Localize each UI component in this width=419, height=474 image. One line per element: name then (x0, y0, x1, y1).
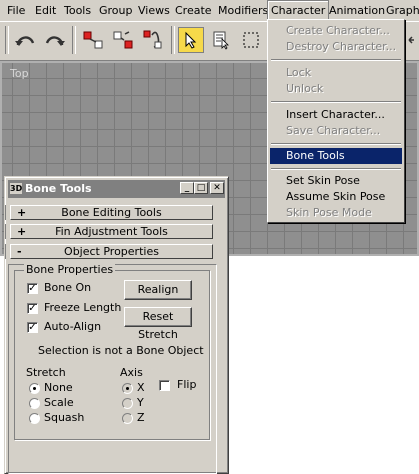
stretch-label: Stretch (26, 366, 66, 379)
unlink-selection-icon[interactable] (110, 27, 136, 53)
axis-label: Axis (120, 366, 143, 379)
bind-to-space-warp-icon[interactable] (140, 27, 166, 53)
viewport-label[interactable]: Top (10, 67, 29, 80)
menu-item-skin-pose-mode: Skin Pose Mode (286, 206, 372, 219)
window-title-bar[interactable]: 3D Bone Tools _ □ ✕ (8, 180, 225, 198)
reset-stretch-button[interactable]: Reset Stretch (124, 307, 192, 341)
redo-icon[interactable] (42, 27, 68, 53)
menu-item-assume-skin-pose[interactable]: Assume Skin Pose (270, 189, 402, 205)
rollout-edge (5, 205, 9, 220)
menu-character[interactable]: Character (267, 0, 330, 21)
menu-animation[interactable]: Animation (326, 0, 388, 21)
menu-item-create-character: Create Character... (286, 24, 390, 37)
move-icon[interactable] (408, 27, 419, 53)
menu-item-save-character: Save Character... (286, 124, 381, 137)
maximize-icon[interactable]: □ (194, 182, 208, 194)
app-icon: 3D (10, 183, 23, 194)
rollout-edge (5, 244, 9, 259)
rollout-bone-editing-tools[interactable]: + Bone Editing Tools (10, 205, 213, 220)
freeze-length-checkbox[interactable]: ✓ (27, 303, 38, 314)
axis-z-radio[interactable] (122, 413, 133, 424)
flip-label: Flip (177, 378, 197, 391)
menu-group[interactable]: Group (96, 0, 136, 21)
rollout-edge (5, 224, 9, 239)
menu-edit[interactable]: Edit (32, 0, 59, 21)
menu-create[interactable]: Create (172, 0, 215, 21)
menu-graph-editors[interactable]: Graph E (383, 0, 419, 21)
rollout-object-properties[interactable]: - Object Properties (10, 244, 213, 259)
rollout-title: Object Properties (64, 245, 159, 258)
menu-item-bone-tools[interactable]: Bone Tools (270, 148, 402, 164)
select-and-link-icon[interactable] (80, 27, 106, 53)
group-legend: Bone Properties (24, 263, 116, 276)
stretch-none-label: None (44, 381, 73, 394)
menu-item-set-skin-pose[interactable]: Set Skin Pose (270, 173, 402, 189)
toolbar-separator (72, 26, 76, 54)
menu-file[interactable]: File (4, 0, 28, 21)
bone-on-checkbox[interactable]: ✓ (27, 283, 38, 294)
menu-separator (271, 59, 401, 61)
axis-z-label: Z (137, 411, 145, 424)
stretch-scale-label: Scale (44, 396, 74, 409)
rollout-fin-adjustment-tools[interactable]: + Fin Adjustment Tools (10, 224, 213, 239)
rectangular-selection-icon[interactable] (238, 27, 264, 53)
stretch-squash-label: Squash (44, 411, 85, 424)
realign-button[interactable]: Realign (124, 280, 192, 300)
select-by-name-icon[interactable] (208, 27, 234, 53)
auto-align-label: Auto-Align (44, 320, 102, 333)
toolbar-grip (5, 26, 9, 54)
menu-separator (271, 101, 401, 103)
rollout-title: Bone Editing Tools (61, 206, 162, 219)
axis-x-label: X (137, 381, 145, 394)
window-title: Bone Tools (25, 182, 92, 195)
character-menu-dropdown: Create Character... Destroy Character...… (267, 19, 405, 223)
axis-y-label: Y (137, 396, 144, 409)
menu-item-insert-character[interactable]: Insert Character... (270, 107, 402, 123)
stretch-squash-radio[interactable] (29, 413, 40, 424)
flip-checkbox[interactable] (159, 380, 170, 391)
menu-separator (271, 168, 401, 170)
stretch-scale-radio[interactable] (29, 398, 40, 409)
menu-item-destroy-character: Destroy Character... (286, 40, 397, 53)
freeze-length-label: Freeze Length (44, 301, 122, 314)
axis-y-radio[interactable] (122, 398, 133, 409)
menu-tools[interactable]: Tools (61, 0, 94, 21)
menu-item-unlock: Unlock (286, 82, 324, 95)
undo-icon[interactable] (12, 27, 38, 53)
minimize-icon[interactable]: _ (180, 182, 194, 194)
menu-item-lock: Lock (286, 66, 312, 79)
selection-status-text: Selection is not a Bone Object (38, 344, 204, 357)
auto-align-checkbox[interactable]: ✓ (27, 322, 38, 333)
close-icon[interactable]: ✕ (210, 182, 224, 194)
stretch-none-radio[interactable] (29, 383, 40, 394)
menu-separator (271, 143, 401, 145)
rollout-title: Fin Adjustment Tools (55, 225, 168, 238)
axis-x-radio[interactable] (122, 383, 133, 394)
select-object-icon[interactable] (178, 27, 204, 53)
toolbar-separator (171, 26, 175, 54)
menu-modifiers[interactable]: Modifiers (215, 0, 271, 21)
menu-views[interactable]: Views (135, 0, 173, 21)
bone-on-label: Bone On (44, 281, 92, 294)
